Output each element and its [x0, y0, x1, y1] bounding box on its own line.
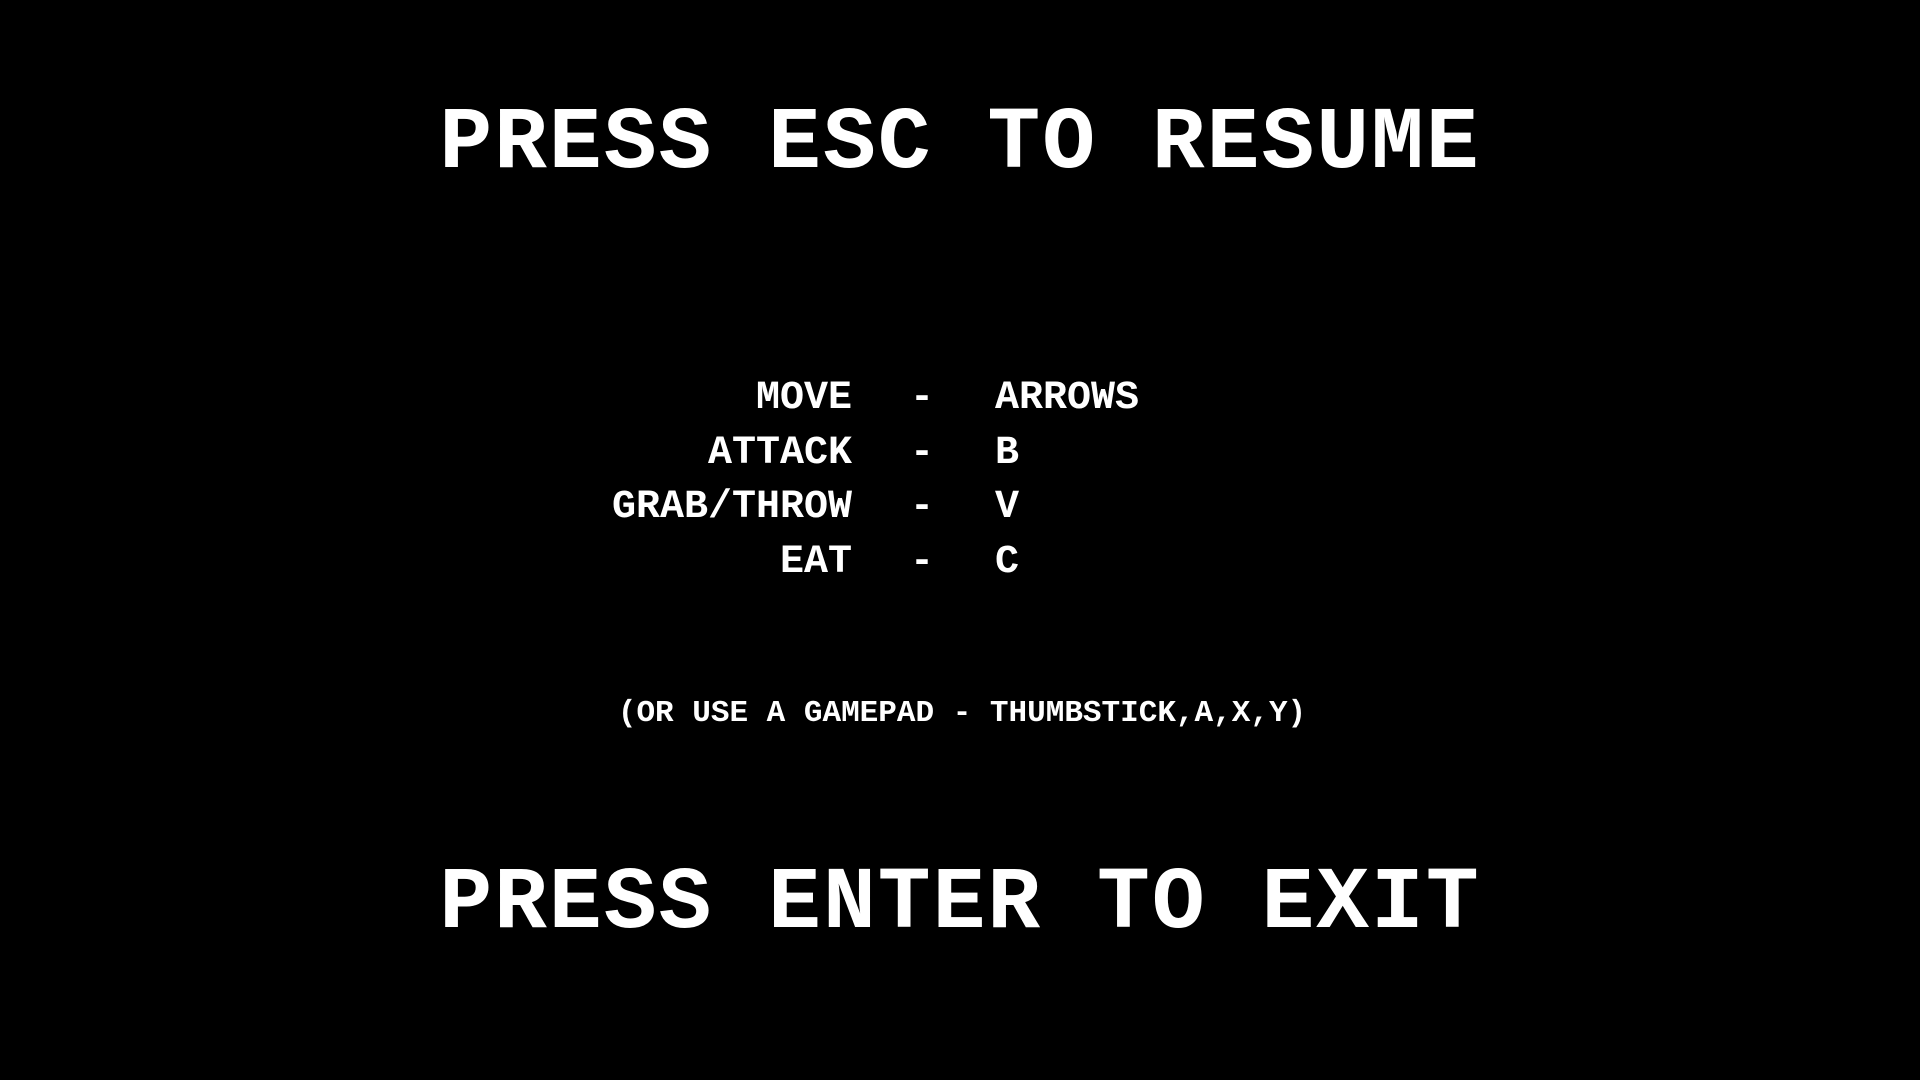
control-row-move: MOVE - ARROWS — [0, 372, 1920, 427]
control-key: ARROWS — [995, 376, 1140, 421]
control-action: GRAB/THROW — [611, 485, 852, 530]
control-separator: - — [910, 539, 935, 585]
control-row-grab-throw: GRAB/THROW - V — [0, 481, 1920, 536]
control-action: MOVE — [755, 376, 852, 421]
control-row-eat: EAT - C — [0, 536, 1920, 591]
control-separator: - — [910, 430, 935, 476]
control-key: B — [995, 430, 1020, 476]
exit-prompt[interactable]: PRESS ENTER TO EXIT — [0, 855, 1920, 955]
control-row-attack: ATTACK - B — [0, 427, 1920, 482]
control-key: C — [995, 539, 1020, 585]
control-key: V — [995, 485, 1020, 530]
resume-prompt[interactable]: PRESS ESC TO RESUME — [0, 95, 1920, 195]
control-separator: - — [910, 376, 935, 421]
gamepad-hint: (OR USE A GAMEPAD - THUMBSTICK,A,X,Y) — [617, 696, 1307, 731]
controls-list: MOVE - ARROWS ATTACK - B GRAB/THROW - V … — [0, 372, 1920, 590]
control-action: ATTACK — [707, 430, 852, 476]
control-action: EAT — [779, 539, 852, 585]
control-separator: - — [910, 485, 935, 530]
